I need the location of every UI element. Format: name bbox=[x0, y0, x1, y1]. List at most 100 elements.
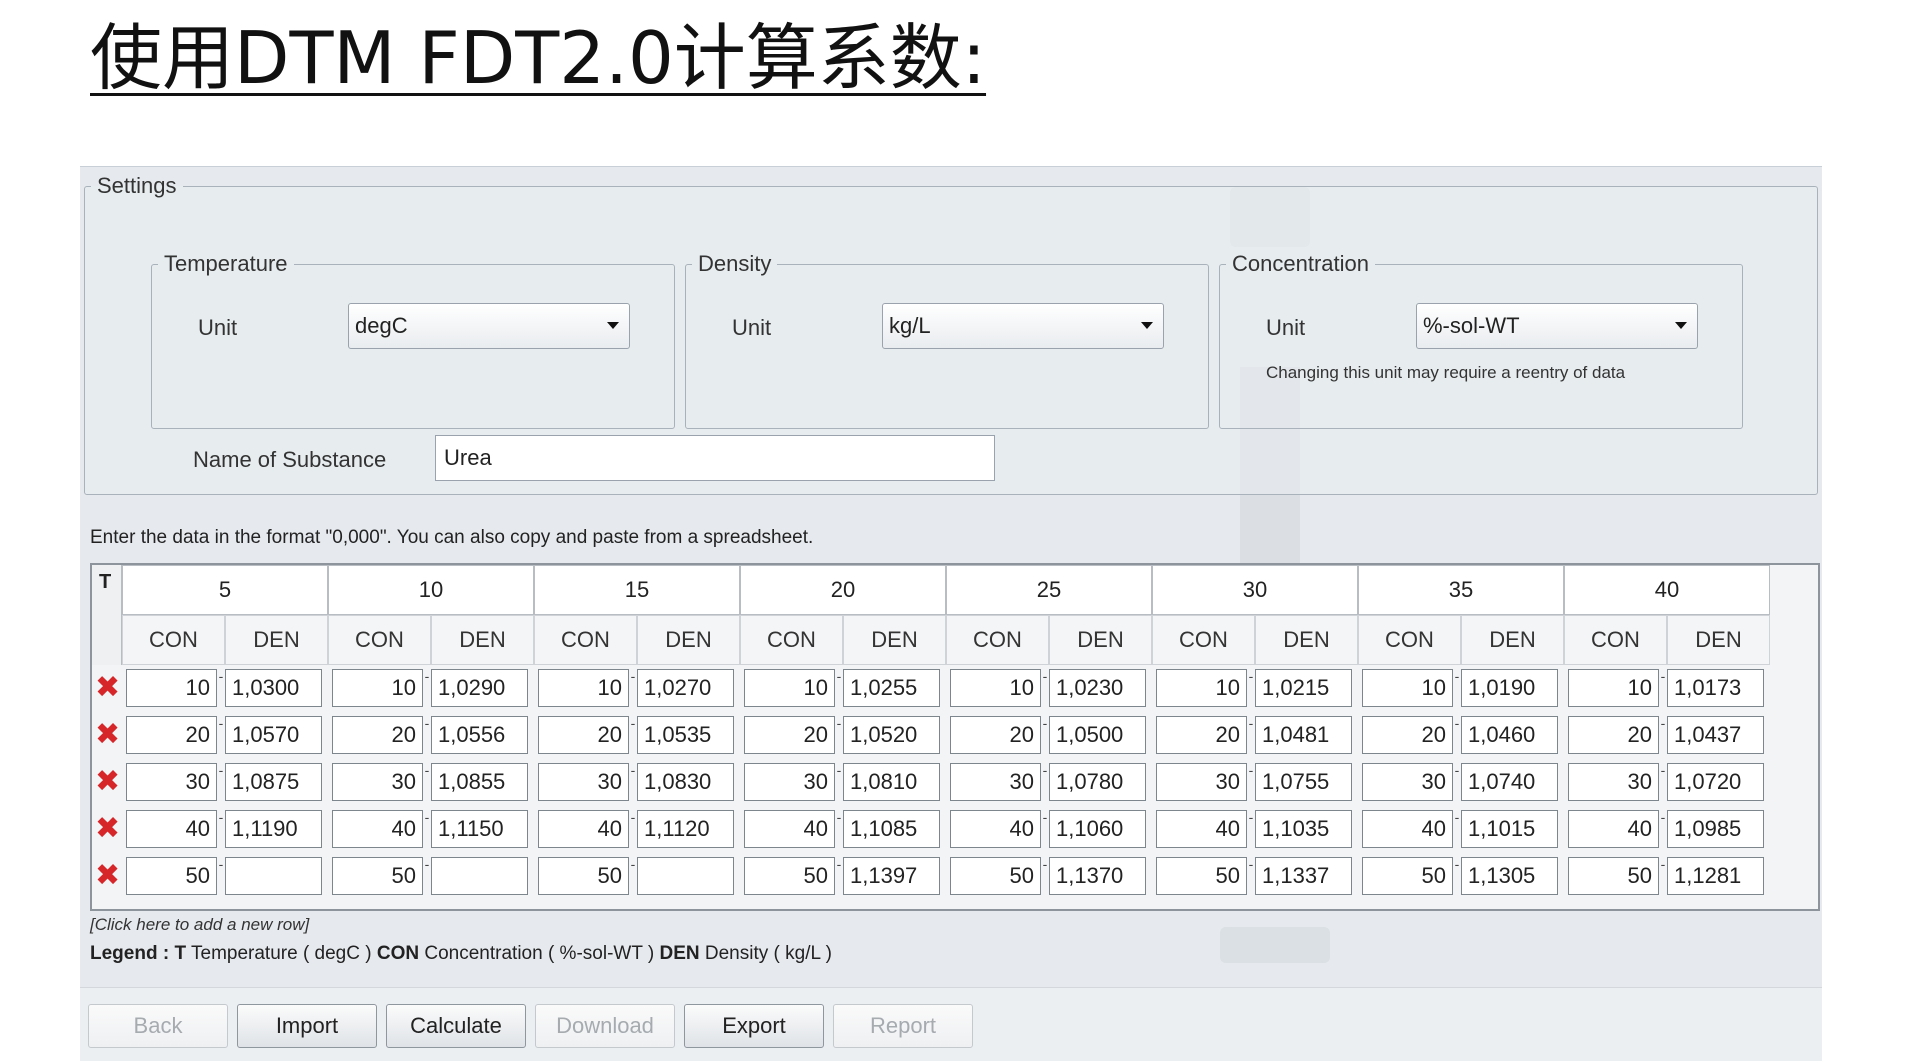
cell-separator: - bbox=[836, 668, 842, 684]
concentration-cell[interactable]: 20 bbox=[950, 716, 1041, 754]
density-cell[interactable]: 1,0556 bbox=[431, 716, 528, 754]
cell-separator: - bbox=[1454, 856, 1460, 872]
density-cell[interactable]: 1,1120 bbox=[637, 810, 734, 848]
concentration-cell[interactable]: 20 bbox=[744, 716, 835, 754]
density-cell[interactable]: 1,1085 bbox=[843, 810, 940, 848]
density-cell[interactable]: 1,0215 bbox=[1255, 669, 1352, 707]
concentration-cell[interactable]: 30 bbox=[332, 763, 423, 801]
density-cell[interactable]: 1,1337 bbox=[1255, 857, 1352, 895]
density-cell[interactable]: 1,0830 bbox=[637, 763, 734, 801]
density-cell[interactable]: 1,0520 bbox=[843, 716, 940, 754]
density-cell[interactable]: 1,0173 bbox=[1667, 669, 1764, 707]
density-cell[interactable]: 1,0570 bbox=[225, 716, 322, 754]
density-cell[interactable]: 1,1281 bbox=[1667, 857, 1764, 895]
density-cell[interactable]: 1,1305 bbox=[1461, 857, 1558, 895]
concentration-cell[interactable]: 50 bbox=[538, 857, 629, 895]
density-cell[interactable]: 1,0460 bbox=[1461, 716, 1558, 754]
add-row-link[interactable]: [Click here to add a new row] bbox=[90, 915, 309, 935]
concentration-cell[interactable]: 40 bbox=[1568, 810, 1659, 848]
concentration-cell[interactable]: 30 bbox=[1568, 763, 1659, 801]
download-button[interactable]: Download bbox=[535, 1004, 675, 1048]
concentration-unit-dropdown[interactable]: %-sol-WT bbox=[1416, 303, 1698, 349]
density-cell[interactable]: 1,0985 bbox=[1667, 810, 1764, 848]
concentration-cell[interactable]: 10 bbox=[332, 669, 423, 707]
concentration-cell[interactable]: 30 bbox=[1362, 763, 1453, 801]
cell-separator: - bbox=[218, 715, 224, 731]
density-cell[interactable]: 1,0740 bbox=[1461, 763, 1558, 801]
density-cell[interactable]: 1,0720 bbox=[1667, 763, 1764, 801]
density-cell[interactable]: 1,1150 bbox=[431, 810, 528, 848]
density-cell[interactable]: 1,0855 bbox=[431, 763, 528, 801]
concentration-cell[interactable]: 10 bbox=[126, 669, 217, 707]
concentration-cell[interactable]: 10 bbox=[744, 669, 835, 707]
calculate-button[interactable]: Calculate bbox=[386, 1004, 526, 1048]
back-button[interactable]: Back bbox=[88, 1004, 228, 1048]
density-cell[interactable]: 1,0875 bbox=[225, 763, 322, 801]
density-cell[interactable]: 1,0255 bbox=[843, 669, 940, 707]
concentration-cell[interactable]: 50 bbox=[1568, 857, 1659, 895]
density-cell[interactable]: 1,0755 bbox=[1255, 763, 1352, 801]
concentration-cell[interactable]: 20 bbox=[332, 716, 423, 754]
concentration-cell[interactable]: 40 bbox=[1362, 810, 1453, 848]
concentration-cell[interactable]: 40 bbox=[1156, 810, 1247, 848]
concentration-cell[interactable]: 20 bbox=[1362, 716, 1453, 754]
density-cell[interactable]: 1,0270 bbox=[637, 669, 734, 707]
density-cell[interactable]: 1,0810 bbox=[843, 763, 940, 801]
density-cell[interactable]: 1,1015 bbox=[1461, 810, 1558, 848]
concentration-cell[interactable]: 10 bbox=[950, 669, 1041, 707]
density-cell[interactable]: 1,0230 bbox=[1049, 669, 1146, 707]
concentration-cell[interactable]: 30 bbox=[126, 763, 217, 801]
concentration-cell[interactable]: 40 bbox=[950, 810, 1041, 848]
density-cell[interactable] bbox=[637, 857, 734, 895]
density-cell[interactable]: 1,0290 bbox=[431, 669, 528, 707]
concentration-cell[interactable]: 50 bbox=[1156, 857, 1247, 895]
concentration-cell[interactable]: 10 bbox=[1568, 669, 1659, 707]
import-button[interactable]: Import bbox=[237, 1004, 377, 1048]
density-cell[interactable]: 1,1370 bbox=[1049, 857, 1146, 895]
density-cell[interactable] bbox=[225, 857, 322, 895]
density-cell[interactable]: 1,1060 bbox=[1049, 810, 1146, 848]
temperature-unit-dropdown[interactable]: degC bbox=[348, 303, 630, 349]
concentration-cell[interactable]: 20 bbox=[1156, 716, 1247, 754]
density-cell[interactable]: 1,1397 bbox=[843, 857, 940, 895]
delete-row-icon[interactable]: ✖ bbox=[95, 673, 120, 703]
density-cell[interactable]: 1,0500 bbox=[1049, 716, 1146, 754]
density-unit-dropdown[interactable]: kg/L bbox=[882, 303, 1164, 349]
concentration-cell[interactable]: 20 bbox=[1568, 716, 1659, 754]
concentration-cell[interactable]: 10 bbox=[538, 669, 629, 707]
concentration-cell[interactable]: 40 bbox=[538, 810, 629, 848]
density-cell[interactable] bbox=[431, 857, 528, 895]
substance-name-input[interactable]: Urea bbox=[435, 435, 995, 481]
report-button[interactable]: Report bbox=[833, 1004, 973, 1048]
concentration-cell[interactable]: 30 bbox=[950, 763, 1041, 801]
density-cell[interactable]: 1,0190 bbox=[1461, 669, 1558, 707]
delete-row-icon[interactable]: ✖ bbox=[95, 767, 120, 797]
concentration-cell[interactable]: 10 bbox=[1156, 669, 1247, 707]
concentration-cell[interactable]: 30 bbox=[1156, 763, 1247, 801]
concentration-cell[interactable]: 50 bbox=[1362, 857, 1453, 895]
density-cell[interactable]: 1,0300 bbox=[225, 669, 322, 707]
concentration-cell[interactable]: 20 bbox=[538, 716, 629, 754]
concentration-cell[interactable]: 40 bbox=[126, 810, 217, 848]
concentration-cell[interactable]: 20 bbox=[126, 716, 217, 754]
delete-row-icon[interactable]: ✖ bbox=[95, 861, 120, 891]
density-cell[interactable]: 1,0437 bbox=[1667, 716, 1764, 754]
concentration-cell[interactable]: 10 bbox=[1362, 669, 1453, 707]
density-cell[interactable]: 1,0481 bbox=[1255, 716, 1352, 754]
concentration-cell[interactable]: 50 bbox=[744, 857, 835, 895]
concentration-cell[interactable]: 50 bbox=[332, 857, 423, 895]
density-cell[interactable]: 1,0780 bbox=[1049, 763, 1146, 801]
concentration-cell[interactable]: 30 bbox=[538, 763, 629, 801]
concentration-cell[interactable]: 50 bbox=[126, 857, 217, 895]
concentration-cell[interactable]: 30 bbox=[744, 763, 835, 801]
concentration-cell[interactable]: 40 bbox=[332, 810, 423, 848]
delete-row-icon[interactable]: ✖ bbox=[95, 814, 120, 844]
density-cell[interactable]: 1,0535 bbox=[637, 716, 734, 754]
export-button[interactable]: Export bbox=[684, 1004, 824, 1048]
density-cell[interactable]: 1,1190 bbox=[225, 810, 322, 848]
delete-row-icon[interactable]: ✖ bbox=[95, 720, 120, 750]
density-cell[interactable]: 1,1035 bbox=[1255, 810, 1352, 848]
concentration-cell[interactable]: 50 bbox=[950, 857, 1041, 895]
concentration-hint: Changing this unit may require a reentry… bbox=[1266, 363, 1626, 382]
concentration-cell[interactable]: 40 bbox=[744, 810, 835, 848]
